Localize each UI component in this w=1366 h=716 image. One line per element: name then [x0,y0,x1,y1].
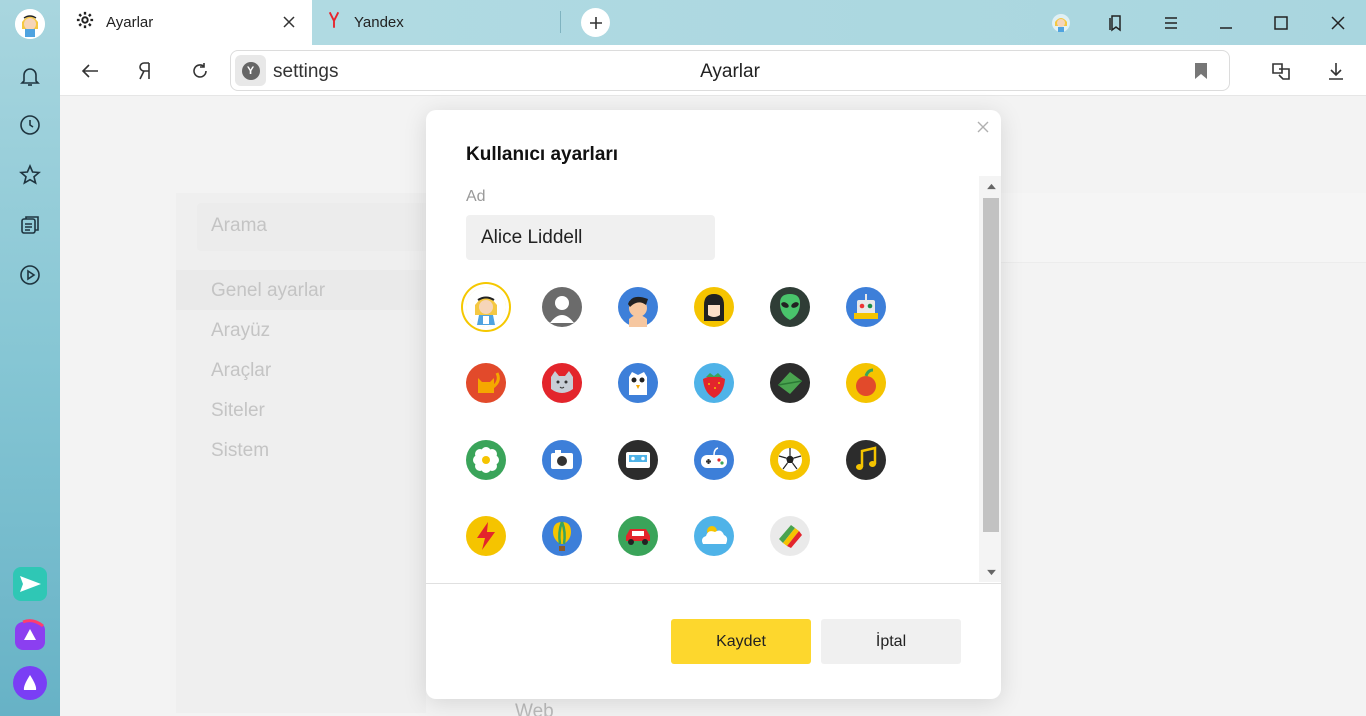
avatar-cloud[interactable] [694,516,734,556]
nav-system[interactable]: Sistem [176,430,426,470]
avatar-gamepad[interactable] [694,440,734,480]
avatar-alice[interactable] [466,287,506,327]
name-input[interactable] [466,215,715,260]
bookmarks-star-icon[interactable] [10,155,50,195]
settings-partial-text: Web [515,701,554,716]
tab-settings-title: Ayarlar [106,14,154,31]
new-tab-button[interactable] [581,8,610,37]
avatar-balloon[interactable] [542,516,582,556]
close-window-icon[interactable] [1310,0,1366,45]
messenger-app-icon[interactable] [10,564,50,604]
save-button[interactable]: Kaydet [671,619,811,664]
avatar-camera[interactable] [542,440,582,480]
tab-yandex[interactable]: Yandex [322,0,562,45]
avatar-car[interactable] [618,516,658,556]
settings-search-input[interactable]: Arama [197,203,429,251]
yandex-home-icon[interactable] [131,57,159,85]
avatar-kitten[interactable] [542,363,582,403]
downloads-icon[interactable] [1322,57,1350,85]
tab-yandex-title: Yandex [354,14,404,31]
tab-separator [560,11,561,33]
cancel-button[interactable]: İptal [821,619,961,664]
nav-sites[interactable]: Siteler [176,390,426,430]
avatar-silhouette[interactable] [542,287,582,327]
avatar-owl[interactable] [618,363,658,403]
profile-avatar-icon[interactable] [15,9,45,39]
nav-interface[interactable]: Arayüz [176,310,426,350]
avatar-girl[interactable] [694,287,734,327]
dialog-scrollbar[interactable] [979,176,1001,582]
history-clock-icon[interactable] [10,105,50,145]
dialog-scroll-area[interactable]: Ad [426,176,1001,582]
avatar-strawberry[interactable] [694,363,734,403]
avatar-boy[interactable] [618,287,658,327]
collections-icon[interactable] [10,205,50,245]
avatar-apple[interactable] [846,363,886,403]
nav-tools[interactable]: Araçlar [176,350,426,390]
tab-strip: Ayarlar Yandex [60,0,1366,45]
dialog-close-icon[interactable] [976,120,990,134]
menu-hamburger-icon[interactable] [1143,0,1199,45]
translate-extension-icon[interactable] [1267,57,1295,85]
scroll-up-arrow-icon[interactable] [983,180,999,192]
bookmarks-panel-icon[interactable] [1088,0,1144,45]
close-tab-icon[interactable] [280,13,298,31]
nav-general-settings[interactable]: Genel ayarlar [176,270,426,310]
avatar-soccer-ball[interactable] [770,440,810,480]
left-sidebar [0,0,60,716]
user-settings-dialog: Kullanıcı ayarları Ad Alice Liddell Kayd… [426,110,1001,699]
dialog-title: Kullanıcı ayarları [466,144,619,165]
media-play-icon[interactable] [10,255,50,295]
avatar-cassette[interactable] [618,440,658,480]
avatar-lightning[interactable] [466,516,506,556]
avatar-colors[interactable] [770,516,810,556]
yandex-logo-icon [328,10,340,35]
address-page-title: Ayarlar [700,61,760,82]
address-bar[interactable]: Y settings Ayarlar [230,50,1230,91]
avatar-cat[interactable] [466,363,506,403]
scroll-down-arrow-icon[interactable] [983,566,999,578]
address-toolbar: Y settings Ayarlar [60,45,1366,96]
tab-settings[interactable]: Ayarlar [60,0,312,45]
avatar-music-note[interactable] [846,440,886,480]
avatar-leaf[interactable] [770,363,810,403]
reload-icon[interactable] [186,57,214,85]
bookmark-page-icon[interactable] [1193,61,1209,81]
minimize-window-icon[interactable] [1198,0,1254,45]
gear-icon [76,11,94,34]
back-arrow-icon[interactable] [76,57,104,85]
name-label: Ad [466,188,486,205]
profile-tab-avatar-icon[interactable] [1033,0,1089,45]
avatar-flower[interactable] [466,440,506,480]
scroll-thumb[interactable] [983,198,999,532]
alice-assistant-icon[interactable] [10,663,50,703]
avatar-robot[interactable] [846,287,886,327]
avatar-alien[interactable] [770,287,810,327]
maximize-window-icon[interactable] [1253,0,1309,45]
dialog-footer-divider [426,583,1001,584]
settings-content-header [1001,193,1366,263]
alice-station-app-icon[interactable] [10,615,50,655]
notifications-bell-icon[interactable] [10,56,50,96]
